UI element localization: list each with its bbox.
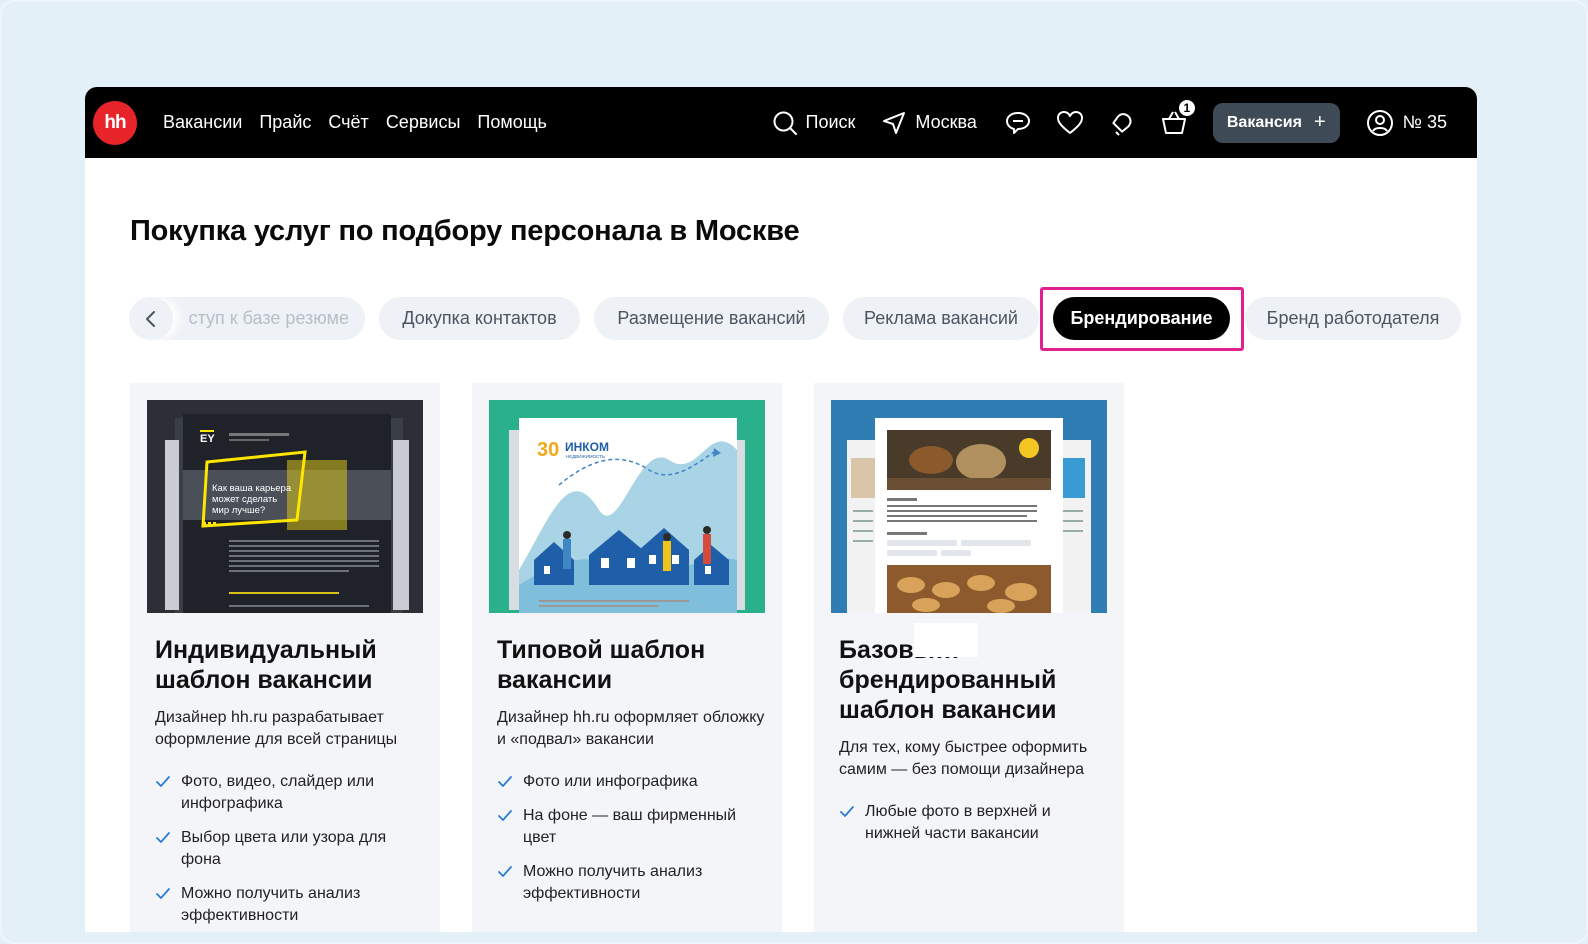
check-icon — [498, 866, 512, 877]
create-vacancy-label: Вакансия — [1226, 113, 1302, 131]
card-description: Дизайнер hh.ru оформляет обложку и «подв… — [497, 709, 765, 748]
feature-list: Фото, видео, слайдер или инфографика Выб… — [155, 771, 425, 932]
feature-text: На фоне — ваш фирменный цвет — [523, 807, 737, 846]
svg-text:30: 30 — [537, 439, 559, 461]
cart-count-badge: 1 — [1176, 97, 1197, 118]
location-arrow-icon — [881, 110, 907, 136]
feature-item: Любые фото в верхней и нижней части вака… — [839, 801, 1109, 845]
feature-text: Можно получить анализ эффективности — [181, 885, 361, 924]
chip-employer-brand-label: Бренд работодателя — [1266, 308, 1440, 328]
product-card-individual[interactable]: Как ваша карьера может сделать мир лучше… — [130, 383, 440, 932]
page-title: Покупка услуг по подбору персонала в Мос… — [130, 215, 800, 247]
chip-branding[interactable]: Брендирование — [1053, 297, 1230, 340]
feature-item: Можно получить анализ эффективности — [497, 861, 767, 905]
main-nav: Вакансии Прайс Счёт Сервисы Помощь — [163, 112, 564, 133]
card-preview-image: 30 ИНКОМ НЕДВИЖИМОСТЬ — [489, 400, 765, 613]
card-title: Типовой шаблон вакансии — [497, 636, 706, 694]
city-selector[interactable]: Москва — [881, 110, 977, 136]
feature-text: Выбор цвета или узора для фона — [181, 829, 387, 868]
chip-vacancy-ads-label: Реклама вакансий — [864, 308, 1018, 328]
chip-vacancy-posting[interactable]: Размещение вакансий — [594, 297, 829, 340]
plus-icon: + — [1313, 111, 1326, 133]
feature-item: Фото, видео, слайдер или инфографика — [155, 771, 425, 815]
feature-item: Можно получить анализ эффективности — [155, 883, 425, 927]
city-label: Москва — [915, 112, 977, 132]
chip-vacancy-ads[interactable]: Реклама вакансий — [843, 297, 1039, 340]
redaction-patch — [914, 623, 978, 657]
cart-icon[interactable]: 1 — [1159, 97, 1197, 138]
chip-contacts-label: Докупка контактов — [402, 308, 557, 328]
search-icon — [772, 110, 798, 136]
chat-icon[interactable] — [1003, 108, 1033, 138]
feature-item: На фоне — ваш фирменный цвет — [497, 805, 767, 849]
browser-window: hh Вакансии Прайс Счёт Сервисы Помощь По… — [85, 87, 1477, 932]
card-description: Дизайнер hh.ru разрабатывает оформление … — [155, 709, 398, 748]
svg-text:ИНКОМ: ИНКОМ — [565, 440, 609, 454]
chip-employer-brand[interactable]: Бренд работодателя — [1245, 297, 1461, 340]
nav-price[interactable]: Прайс — [259, 112, 311, 133]
nav-vacancies[interactable]: Вакансии — [163, 112, 242, 133]
chips-scroll-left-button[interactable] — [129, 297, 173, 340]
feature-list: Любые фото в верхней и нижней части вака… — [839, 801, 1109, 857]
bell-icon[interactable] — [1107, 108, 1137, 138]
create-vacancy-button[interactable]: Вакансия + — [1212, 102, 1340, 143]
account-number: № 35 — [1402, 112, 1447, 132]
nav-account-bill[interactable]: Счёт — [328, 112, 368, 133]
check-icon — [156, 888, 170, 899]
check-icon — [840, 806, 854, 817]
account-menu[interactable]: № 35 — [1366, 109, 1447, 137]
feature-text: Можно получить анализ эффективности — [523, 863, 703, 902]
chip-vacancy-posting-label: Размещение вакансий — [617, 308, 806, 328]
card-description: Для тех, кому быстрее оформить самим — б… — [839, 739, 1088, 778]
card-preview-image: Как ваша карьера может сделать мир лучше… — [147, 400, 423, 613]
product-card-typical[interactable]: 30 ИНКОМ НЕДВИЖИМОСТЬ Типовой шаблон вак… — [472, 383, 782, 932]
product-card-basic[interactable]: Базовы… брендированный шаблон вакансии Д… — [814, 383, 1124, 932]
check-icon — [498, 810, 512, 821]
feature-text: Фото или инфографика — [523, 773, 698, 790]
feature-item: Фото или инфографика — [497, 771, 767, 793]
user-avatar-icon — [1366, 109, 1394, 137]
feature-list: Фото или инфографика На фоне — ваш фирме… — [497, 771, 767, 917]
heart-icon[interactable] — [1055, 108, 1085, 138]
nav-help[interactable]: Помощь — [477, 112, 547, 133]
header-actions: Поиск Москва 1 Вакансия + № 35 — [772, 97, 1477, 143]
chip-branding-label: Брендирование — [1070, 308, 1213, 328]
category-chips: ступ к базе резюме Докупка контактов Раз… — [129, 297, 1469, 341]
search-button[interactable]: Поиск — [772, 110, 856, 136]
search-label: Поиск — [805, 112, 856, 132]
feature-text: Любые фото в верхней и нижней части вака… — [865, 803, 1051, 842]
check-icon — [156, 776, 170, 787]
top-navigation-bar: hh Вакансии Прайс Счёт Сервисы Помощь По… — [85, 87, 1477, 158]
hh-logo[interactable]: hh — [93, 100, 137, 145]
svg-text:Как ваша карьера: Как ваша карьера — [212, 483, 292, 494]
card-title: Индивидуальный шаблон вакансии — [155, 636, 377, 694]
feature-item: Выбор цвета или узора для фона — [155, 827, 425, 871]
chip-resume-access-label: ступ к базе резюме — [188, 308, 349, 328]
card-preview-image — [831, 400, 1107, 613]
chip-contacts[interactable]: Докупка контактов — [379, 297, 580, 340]
svg-text:НЕДВИЖИМОСТЬ: НЕДВИЖИМОСТЬ — [566, 454, 605, 459]
check-icon — [156, 832, 170, 843]
nav-services[interactable]: Сервисы — [386, 112, 461, 133]
chevron-left-icon — [146, 310, 155, 327]
svg-text:может сделать: может сделать — [212, 494, 277, 505]
ey-logo-text: EY — [200, 433, 215, 445]
feature-text: Фото, видео, слайдер или инфографика — [181, 773, 375, 812]
svg-text:мир лучше?: мир лучше? — [212, 505, 265, 516]
check-icon — [498, 776, 512, 787]
